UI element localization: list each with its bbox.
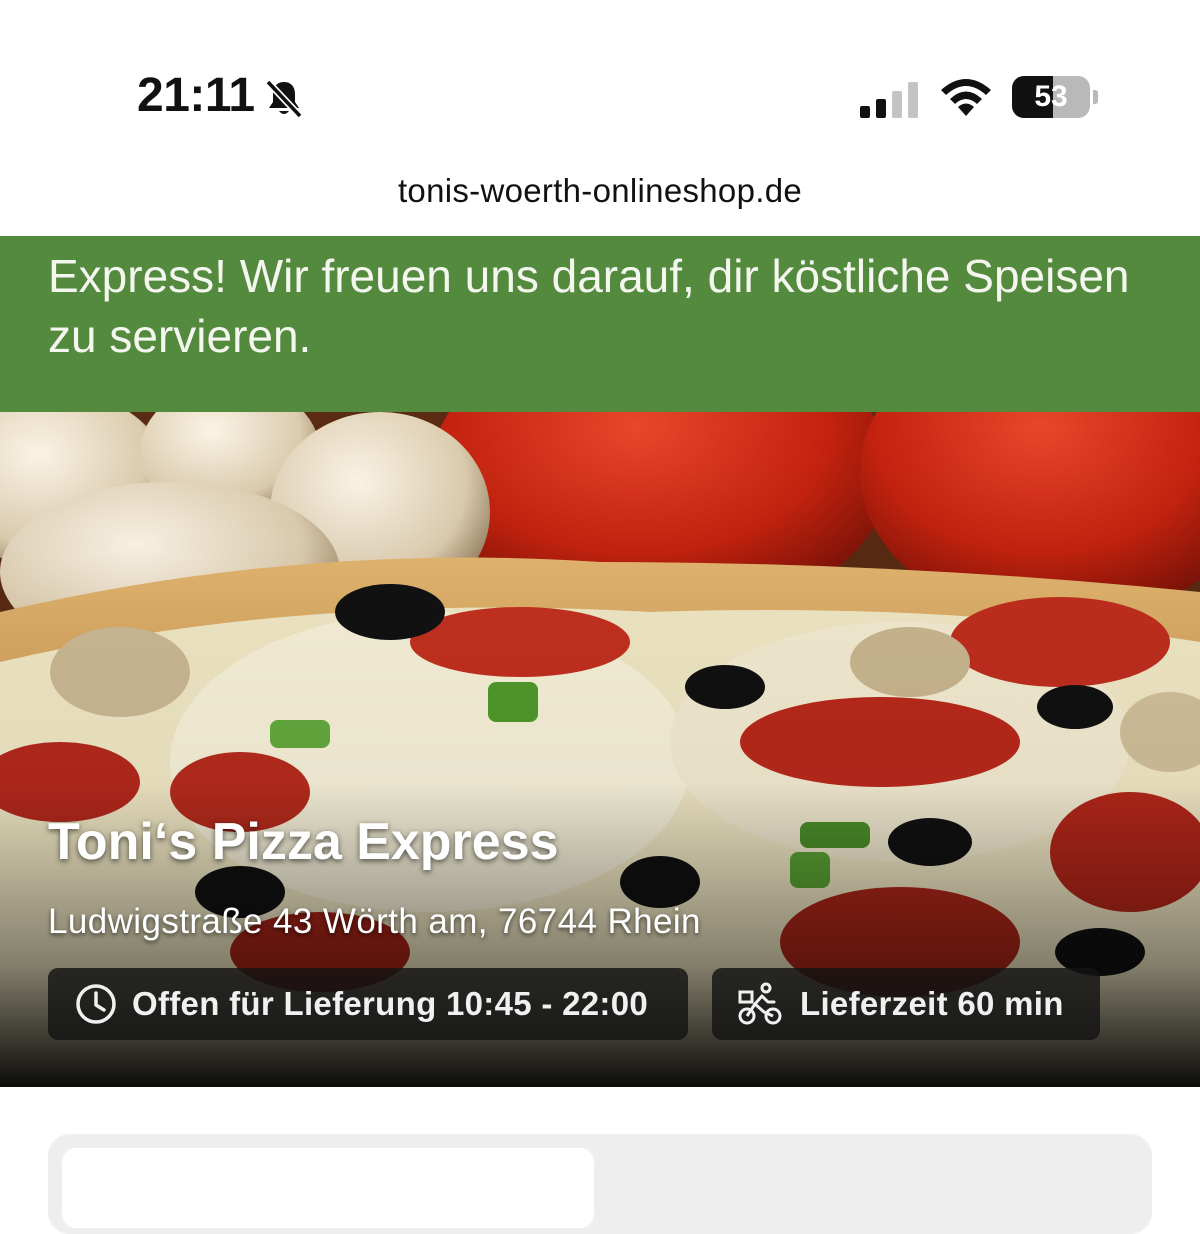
address-bar-url[interactable]: tonis-woerth-onlineshop.de [0,172,1200,210]
battery-body: 53 [1012,76,1090,118]
battery-level: 53 [1034,80,1068,113]
promo-banner-text: Express! Wir freuen uns darauf, dir köst… [48,250,1130,362]
opening-hours-label: Offen für Lieferung 10:45 - 22:00 [132,985,649,1022]
restaurant-address: Ludwigstraße 43 Wörth am, 76744 Rhein [48,902,701,941]
opening-hours-badge: Offen für Lieferung 10:45 - 22:00 [48,968,688,1040]
status-time: 21:11 [137,69,255,122]
cellular-signal-icon [860,82,918,118]
delivery-time-badge: Lieferzeit 60 min [712,968,1100,1040]
bell-slash-icon [265,79,303,119]
cyclist-icon [738,982,782,1025]
delivery-time-label: Lieferzeit 60 min [800,985,1064,1022]
battery-indicator: 53 [1012,76,1098,118]
clock-icon [76,984,116,1024]
battery-cap [1093,90,1098,104]
status-bar: 21:11 53 [0,0,1200,160]
wifi-icon [941,79,991,116]
menu-card-tab[interactable] [62,1148,594,1228]
restaurant-name: Toni‘s Pizza Express [48,813,559,871]
